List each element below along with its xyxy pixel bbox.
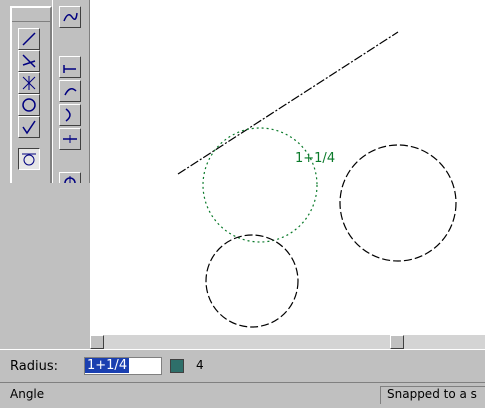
intersect-tool-button[interactable] (18, 50, 40, 72)
toolbar-grip[interactable] (12, 8, 50, 22)
trim-tool-button[interactable] (59, 128, 81, 150)
trim-icon (63, 135, 77, 143)
sketch-tool-button[interactable] (59, 6, 81, 28)
curve-tool-button[interactable] (59, 80, 81, 102)
circle-right[interactable] (339, 144, 457, 262)
multi-line-tool-button[interactable] (18, 72, 40, 94)
status-bar: Angle Snapped to a s (0, 382, 485, 408)
circle-tool-button[interactable] (18, 94, 40, 116)
dimension-icon (65, 108, 71, 122)
circle-lower[interactable] (205, 234, 299, 328)
tangent-line[interactable] (177, 31, 399, 175)
radius-aux-value: 4 (196, 358, 204, 372)
check-tangent-icon (22, 120, 36, 135)
line-tool-button[interactable] (18, 28, 40, 50)
curve-arrow-icon (64, 88, 77, 96)
tangent-circle-icon (22, 153, 36, 166)
bracket-tool-button[interactable] (59, 104, 81, 126)
sketch-icon (63, 12, 78, 22)
offset-arc-icon (63, 65, 76, 73)
app-window: 1? 1+1/4 Radius: 1+1/4 4 Angle Snapped t… (0, 0, 485, 408)
diagonal-line-icon (22, 32, 36, 46)
offset-arc-tool-button[interactable] (59, 56, 81, 78)
draw-toolbar (10, 6, 52, 185)
horizontal-scrollbar[interactable] (90, 335, 485, 349)
radius-apply-button[interactable] (170, 359, 184, 373)
circle-icon (22, 98, 36, 112)
status-snap: Snapped to a s (380, 386, 485, 404)
radius-bar: Radius: 1+1/4 4 (0, 349, 485, 382)
left-pane (0, 183, 90, 347)
tangent-line-tool-button[interactable] (18, 116, 40, 138)
crossing-lines-icon (22, 54, 36, 68)
tangent-circle-preview (202, 127, 318, 243)
scroll-thumb[interactable] (390, 335, 404, 349)
radius-label: Radius: (10, 359, 58, 374)
radius-input[interactable]: 1+1/4 (84, 357, 162, 375)
asterisk-icon (22, 76, 36, 90)
drawing-svg: 1+1/4 (177, 31, 457, 328)
radius-value: 1+1/4 (85, 358, 130, 373)
drawing-canvas[interactable]: 1+1/4 (90, 0, 485, 335)
radius-dimension-label: 1+1/4 (295, 151, 335, 166)
status-mode: Angle (10, 387, 45, 401)
scroll-left-button[interactable] (90, 335, 104, 349)
tangent-circle-tool-button[interactable] (18, 148, 40, 170)
